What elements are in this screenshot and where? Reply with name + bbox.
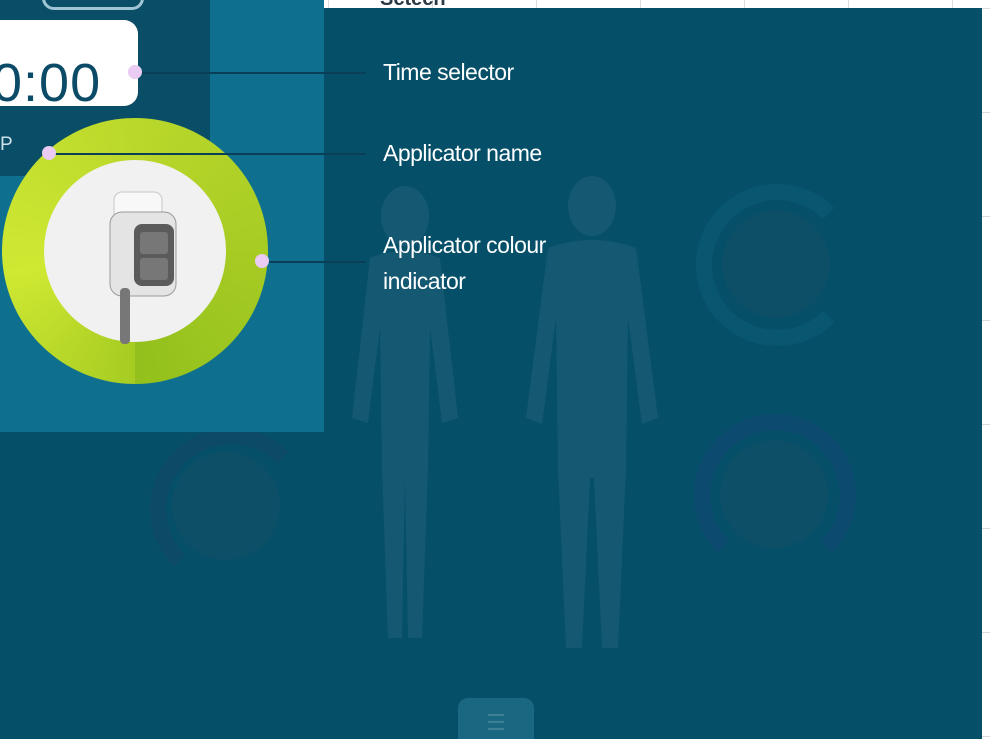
leader-line-name xyxy=(50,153,366,155)
menu-tab[interactable]: ☰ xyxy=(458,698,534,739)
callout-dot-time xyxy=(128,65,142,79)
leader-line-colour xyxy=(262,261,366,263)
menu-icon: ☰ xyxy=(486,710,506,735)
callout-applicator-colour-line1: Applicator colour xyxy=(383,232,546,258)
callout-dot-name xyxy=(42,146,56,160)
applicator-name-text: P xyxy=(0,134,13,155)
time-value: 0:00 xyxy=(0,53,102,113)
applicator-icon xyxy=(109,191,177,344)
time-selector-box[interactable]: 0:00 xyxy=(0,20,138,113)
applicator-panel: 0:00 P xyxy=(0,0,324,432)
callout-applicator-colour-line2: indicator xyxy=(383,268,466,294)
callout-time-selector: Time selector xyxy=(383,59,514,85)
callout-applicator-name: Applicator name xyxy=(383,140,542,166)
callout-dot-colour xyxy=(255,254,269,268)
leader-line-time xyxy=(136,72,366,74)
header-pill xyxy=(42,0,144,10)
